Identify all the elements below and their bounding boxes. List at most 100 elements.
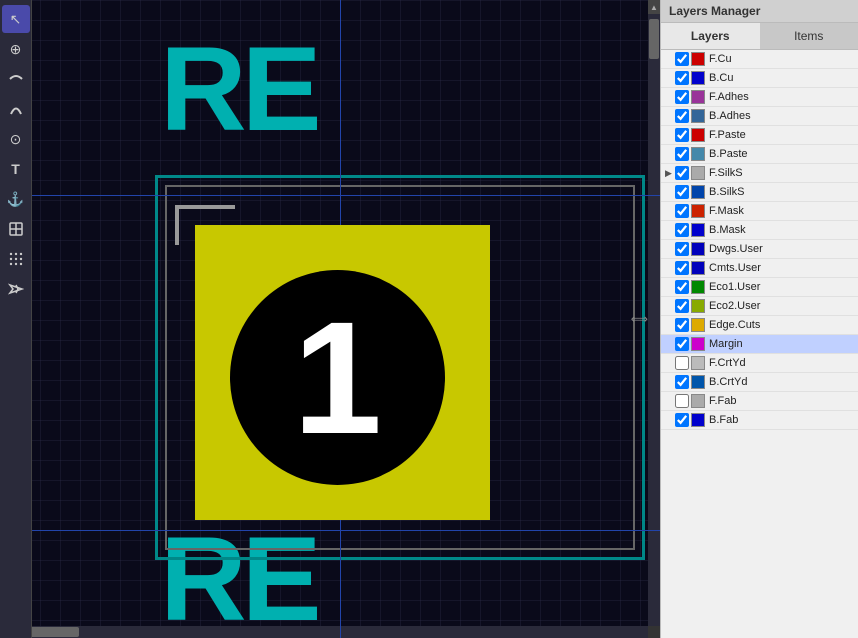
layer-row[interactable]: Edge.Cuts [661, 316, 858, 335]
canvas-area[interactable]: RE 1 RE ↖ ⊕ ⊙ T ⚓ [0, 0, 660, 638]
layer-visibility-checkbox[interactable] [675, 413, 689, 427]
layer-visibility-checkbox[interactable] [675, 71, 689, 85]
route-tool[interactable] [2, 65, 30, 93]
layer-row[interactable]: Dwgs.User [661, 240, 858, 259]
layer-row[interactable]: ▶F.SilkS [661, 164, 858, 183]
layers-list[interactable]: F.Cu B.Cu F.Adhes B.Adhes F.PasteB.Paste▶F.S… [661, 50, 858, 638]
panel-resize-handle[interactable]: ⟺ [631, 312, 648, 326]
layer-row[interactable]: B.SilkS [661, 183, 858, 202]
layer-visibility-checkbox[interactable] [675, 261, 689, 275]
tab-items[interactable]: Items [760, 23, 858, 49]
layer-visibility-checkbox[interactable] [675, 166, 689, 180]
layer-row[interactable]: F.Paste [661, 126, 858, 145]
layer-visibility-checkbox[interactable] [675, 318, 689, 332]
via-tool[interactable] [2, 215, 30, 243]
layer-color-swatch [691, 109, 705, 123]
resize-corner[interactable] [648, 626, 660, 638]
layer-visibility-checkbox[interactable] [675, 375, 689, 389]
anchor-tool[interactable]: ⚓ [2, 185, 30, 213]
layer-visibility-checkbox[interactable] [675, 52, 689, 66]
layer-visibility-checkbox[interactable] [675, 299, 689, 313]
layer-visibility-checkbox[interactable] [675, 223, 689, 237]
layer-row[interactable]: Margin [661, 335, 858, 354]
component-number: 1 [293, 298, 382, 458]
left-toolbar: ↖ ⊕ ⊙ T ⚓ [0, 0, 32, 638]
canvas-scrollbar-horizontal[interactable]: ◄ [0, 626, 648, 638]
canvas-scrollbar-vertical[interactable]: ▲ [648, 0, 660, 638]
panel-title: Layers Manager [661, 0, 858, 23]
layer-name-label: B.CrtYd [709, 376, 748, 388]
grid-tool[interactable] [2, 245, 30, 273]
layer-visibility-checkbox[interactable] [675, 204, 689, 218]
layer-color-swatch [691, 128, 705, 142]
layer-row[interactable]: B.Mask [661, 221, 858, 240]
layer-color-swatch [691, 375, 705, 389]
layer-row[interactable]: Eco2.User [661, 297, 858, 316]
layer-name-label: B.Fab [709, 414, 738, 426]
arc-tool[interactable] [2, 95, 30, 123]
crosshair-horizontal [0, 195, 660, 196]
layer-row[interactable]: F.Adhes [661, 88, 858, 107]
layer-visibility-checkbox[interactable] [675, 147, 689, 161]
layer-color-swatch [691, 299, 705, 313]
layer-name-label: F.SilkS [709, 167, 743, 179]
layer-color-swatch [691, 166, 705, 180]
layer-row[interactable]: F.Fab [661, 392, 858, 411]
layer-color-swatch [691, 413, 705, 427]
text-tool[interactable]: T [2, 155, 30, 183]
layer-row[interactable]: B.CrtYd [661, 373, 858, 392]
layer-name-label: B.SilkS [709, 186, 744, 198]
crosshair-horizontal-2 [0, 530, 660, 531]
layer-color-swatch [691, 261, 705, 275]
layer-name-label: F.Adhes [709, 91, 749, 103]
layer-visibility-checkbox[interactable] [675, 280, 689, 294]
layer-color-swatch [691, 185, 705, 199]
layer-name-label: Edge.Cuts [709, 319, 760, 331]
layer-color-swatch [691, 204, 705, 218]
layer-row[interactable]: B.Adhes [661, 107, 858, 126]
tab-layers[interactable]: Layers [661, 23, 760, 49]
cursor-tool[interactable]: ↖ [2, 5, 30, 33]
layer-visibility-checkbox[interactable] [675, 185, 689, 199]
layer-visibility-checkbox[interactable] [675, 128, 689, 142]
layer-name-label: Margin [709, 338, 743, 350]
component-square: 1 [195, 225, 490, 520]
layer-name-label: B.Mask [709, 224, 746, 236]
layer-row[interactable]: F.CrtYd [661, 354, 858, 373]
layer-name-label: Dwgs.User [709, 243, 763, 255]
layer-visibility-checkbox[interactable] [675, 356, 689, 370]
layer-row[interactable]: Cmts.User [661, 259, 858, 278]
layer-color-swatch [691, 90, 705, 104]
layer-row[interactable]: F.Cu [661, 50, 858, 69]
layer-color-swatch [691, 242, 705, 256]
layer-color-swatch [691, 280, 705, 294]
layer-color-swatch [691, 394, 705, 408]
target-tool[interactable]: ⊕ [2, 35, 30, 63]
layer-color-swatch [691, 337, 705, 351]
layer-visibility-checkbox[interactable] [675, 90, 689, 104]
layer-name-label: B.Adhes [709, 110, 751, 122]
scroll-up-arrow[interactable]: ▲ [648, 0, 660, 14]
layer-name-label: B.Cu [709, 72, 733, 84]
layer-row[interactable]: B.Fab [661, 411, 858, 430]
layer-row[interactable]: B.Paste [661, 145, 858, 164]
layer-row[interactable]: F.Mask [661, 202, 858, 221]
layer-color-swatch [691, 356, 705, 370]
layer-row[interactable]: Eco1.User [661, 278, 858, 297]
layer-visibility-checkbox[interactable] [675, 394, 689, 408]
layer-color-swatch [691, 318, 705, 332]
layer-visibility-checkbox[interactable] [675, 242, 689, 256]
layer-name-label: Eco2.User [709, 300, 760, 312]
pad-tool[interactable]: ⊙ [2, 125, 30, 153]
layers-manager-panel: Layers Manager Layers Items F.Cu B.Cu F.Ad… [660, 0, 858, 638]
panel-tabs: Layers Items [661, 23, 858, 50]
layer-name-label: Eco1.User [709, 281, 760, 293]
layer-color-swatch [691, 223, 705, 237]
layer-row[interactable]: B.Cu [661, 69, 858, 88]
layer-name-label: F.Mask [709, 205, 744, 217]
layer-visibility-checkbox[interactable] [675, 337, 689, 351]
drc-tool[interactable] [2, 275, 30, 303]
scroll-thumb-vertical[interactable] [649, 19, 659, 59]
layer-color-swatch [691, 71, 705, 85]
layer-visibility-checkbox[interactable] [675, 109, 689, 123]
